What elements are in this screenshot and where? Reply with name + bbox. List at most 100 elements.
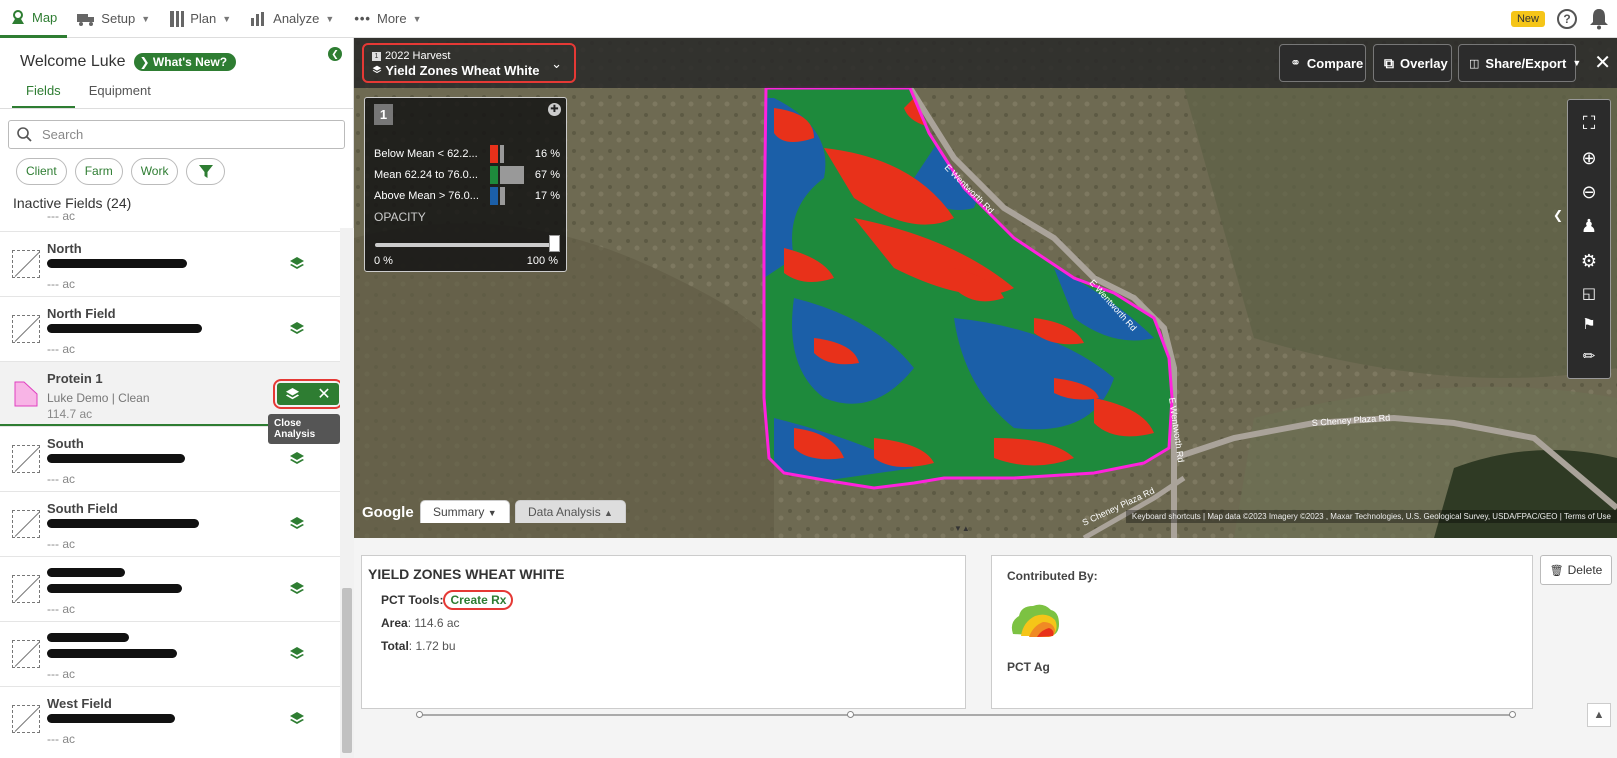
layers-icon[interactable]: [289, 581, 305, 597]
gear-icon[interactable]: ⚙: [1581, 252, 1597, 270]
layers-icon[interactable]: [285, 387, 300, 402]
columns-icon: [170, 10, 185, 27]
redacted-text: [47, 324, 202, 333]
opacity-label: OPACITY: [374, 210, 426, 224]
field-name: West Field: [47, 696, 112, 711]
filter-chips: Client Farm Work: [16, 158, 226, 185]
chip-farm[interactable]: Farm: [74, 158, 123, 185]
map-tools: ⛶ ⊕ ⊖ ♟ ⚙ ◱ ⚑ ✏: [1567, 99, 1611, 379]
total-label: Total: [381, 639, 409, 653]
compare-label: Compare: [1306, 55, 1364, 71]
delete-button[interactable]: 🗑 Delete: [1540, 555, 1612, 585]
list-item[interactable]: South Field --- ac: [0, 491, 340, 556]
list-item[interactable]: --- ac: [0, 556, 340, 621]
filter-button[interactable]: [186, 158, 226, 185]
nav-more[interactable]: ••• More ▼: [344, 0, 431, 38]
search-input[interactable]: [42, 127, 322, 142]
draw-shape-icon[interactable]: ◱: [1582, 286, 1596, 301]
list-item-selected[interactable]: Protein 1 Luke Demo | Clean 114.7 ac ✕ C…: [0, 361, 343, 444]
chevron-down-icon: ▼: [1572, 58, 1582, 68]
field-boundary-icon: [12, 445, 40, 473]
opacity-slider-handle[interactable]: [549, 235, 560, 252]
legend-bar: [500, 145, 504, 163]
list-item[interactable]: West Field --- ac: [0, 686, 340, 751]
timeline-slider[interactable]: [416, 711, 1516, 718]
panel-resize-icon[interactable]: ▼▲: [954, 524, 970, 533]
nav-plan-label: Plan: [190, 11, 217, 26]
timeline-handle[interactable]: [1509, 711, 1516, 718]
field-name: South: [47, 436, 84, 451]
legend-swatch: [490, 145, 498, 163]
create-rx-link[interactable]: Create Rx: [443, 590, 514, 610]
whats-new-button[interactable]: ❯ What's New?: [133, 53, 237, 71]
funnel-icon: [198, 164, 213, 178]
layers-icon[interactable]: [289, 321, 305, 337]
close-analysis-icon[interactable]: ✕: [317, 384, 330, 404]
nav-analyze[interactable]: Analyze ▼: [241, 0, 344, 38]
close-map-icon[interactable]: ✕: [1594, 50, 1611, 75]
trash-icon: 🗑: [1549, 564, 1564, 577]
legend-label: Mean 62.24 to 76.0...: [374, 169, 478, 181]
compare-button[interactable]: ⚭ Compare: [1279, 44, 1366, 82]
share-export-button[interactable]: ◫ Share/Export ▼: [1458, 44, 1581, 82]
nav-map[interactable]: Map: [0, 0, 68, 38]
ruler-icon[interactable]: ✏: [1583, 349, 1596, 364]
field-name: Protein 1: [47, 371, 103, 386]
layer-summary-card: YIELD ZONES WHEAT WHITE PCT Tools: Create…: [361, 555, 966, 709]
list-item[interactable]: North Field --- ac: [0, 296, 340, 361]
help-icon[interactable]: ?: [1557, 9, 1577, 29]
nav-plan[interactable]: Plan ▼: [160, 0, 241, 38]
scroll-top-button[interactable]: ▲: [1587, 703, 1611, 727]
list-item[interactable]: North --- ac: [0, 231, 340, 296]
fit-extent-icon[interactable]: ⛶: [1583, 114, 1596, 132]
timeline-handle[interactable]: [847, 711, 854, 718]
locate-user-icon[interactable]: ♟: [1581, 217, 1597, 235]
contributed-by-label: Contributed By:: [1007, 569, 1098, 583]
opacity-min: 0 %: [374, 255, 393, 267]
chip-work[interactable]: Work: [130, 158, 179, 185]
flag-icon[interactable]: ⚑: [1582, 317, 1595, 332]
zoom-in-icon[interactable]: ⊕: [1581, 149, 1596, 167]
layers-icon[interactable]: [289, 711, 305, 727]
scrollbar-thumb[interactable]: [342, 588, 352, 753]
field-acres: 114.7 ac: [47, 407, 93, 421]
overlay-button[interactable]: ⧉ Overlay: [1373, 44, 1452, 82]
field-acres: --- ac: [47, 537, 75, 551]
delete-label: Delete: [1567, 563, 1603, 577]
bell-icon[interactable]: [1589, 8, 1609, 30]
chip-client[interactable]: Client: [16, 158, 67, 185]
new-badge[interactable]: New: [1510, 11, 1545, 27]
layer-index: 1: [372, 51, 381, 61]
layers-icon[interactable]: [289, 516, 305, 532]
legend-percent: 67 %: [534, 169, 560, 181]
layers-icon[interactable]: [289, 646, 305, 662]
redacted-text: [47, 633, 129, 642]
chevron-down-icon: ▼: [141, 13, 151, 24]
layers-icon[interactable]: [289, 256, 305, 272]
pct-tools-line: PCT Tools: Create Rx: [381, 590, 514, 610]
legend-swatch: [490, 187, 498, 205]
tab-equipment[interactable]: Equipment: [75, 80, 165, 108]
collapse-sidebar-icon[interactable]: ❮: [328, 47, 342, 61]
total-value: : 1.72 bu: [408, 639, 456, 653]
timeline-handle[interactable]: [416, 711, 423, 718]
map-view[interactable]: E Wentworth Rd E Wentworth Rd E Wentwort…: [354, 38, 1617, 538]
list-item[interactable]: --- ac: [0, 621, 340, 686]
field-acres: --- ac: [47, 277, 75, 291]
area-label: Area: [381, 616, 408, 630]
field-acres: --- ac: [47, 472, 75, 486]
analysis-actions-bar: ✕: [277, 383, 339, 405]
sidebar-tabs: Fields Equipment: [12, 80, 165, 108]
layer-selector[interactable]: 1 2022 Harvest Yield Zones Wheat White ⌄: [362, 43, 576, 83]
truck-icon: [77, 13, 95, 26]
chevron-left-icon[interactable]: ❮: [1553, 208, 1563, 222]
tab-fields[interactable]: Fields: [12, 80, 75, 108]
legend-expand-icon[interactable]: ✚: [548, 103, 561, 116]
data-analysis-tab[interactable]: Data Analysis ▲: [515, 500, 626, 523]
sidebar-scrollbar[interactable]: [340, 228, 354, 758]
nav-setup[interactable]: Setup ▼: [67, 0, 160, 38]
layers-icon[interactable]: [289, 451, 305, 467]
zoom-out-icon[interactable]: ⊖: [1581, 183, 1596, 201]
summary-tab[interactable]: Summary ▼: [420, 500, 510, 523]
opacity-slider[interactable]: [375, 243, 555, 247]
